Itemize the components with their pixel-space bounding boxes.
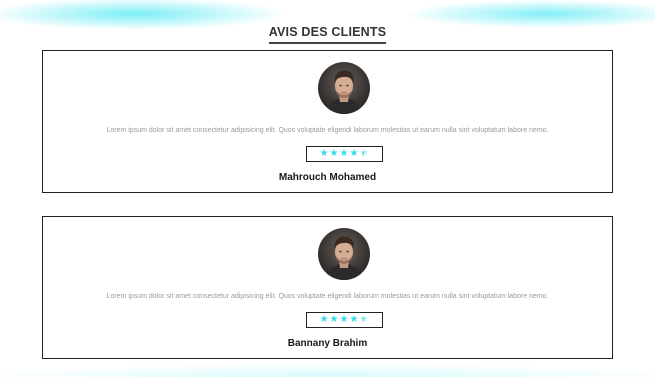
half-star-icon: ★ — [359, 314, 369, 325]
review-card: Lorem ipsum dolor sit amet consectetur a… — [42, 50, 613, 193]
client-avatar — [318, 228, 370, 280]
star-icon: ★ — [329, 148, 339, 159]
half-star-icon: ★ — [359, 148, 369, 159]
star-icon: ★ — [319, 314, 329, 325]
client-name: Bannany Brahim — [287, 338, 368, 349]
star-rating: ★ ★ ★ ★ ★ — [306, 312, 383, 328]
client-avatar — [318, 62, 370, 114]
client-name: Mahrouch Mohamed — [278, 172, 377, 183]
review-text: Lorem ipsum dolor sit amet consectetur a… — [106, 293, 549, 300]
review-card: Lorem ipsum dolor sit amet consectetur a… — [42, 216, 613, 359]
review-text: Lorem ipsum dolor sit amet consectetur a… — [106, 127, 549, 134]
star-icon: ★ — [319, 148, 329, 159]
star-icon: ★ — [349, 314, 359, 325]
star-rating: ★ ★ ★ ★ ★ — [306, 146, 383, 162]
star-icon: ★ — [339, 314, 349, 325]
section-title-text: AVIS DES CLIENTS — [268, 25, 387, 44]
star-icon: ★ — [329, 314, 339, 325]
user-portrait-icon — [318, 62, 370, 114]
footer-glow — [0, 362, 655, 377]
section-title: AVIS DES CLIENTS — [0, 25, 655, 44]
user-portrait-icon — [318, 228, 370, 280]
star-icon: ★ — [339, 148, 349, 159]
star-icon: ★ — [349, 148, 359, 159]
